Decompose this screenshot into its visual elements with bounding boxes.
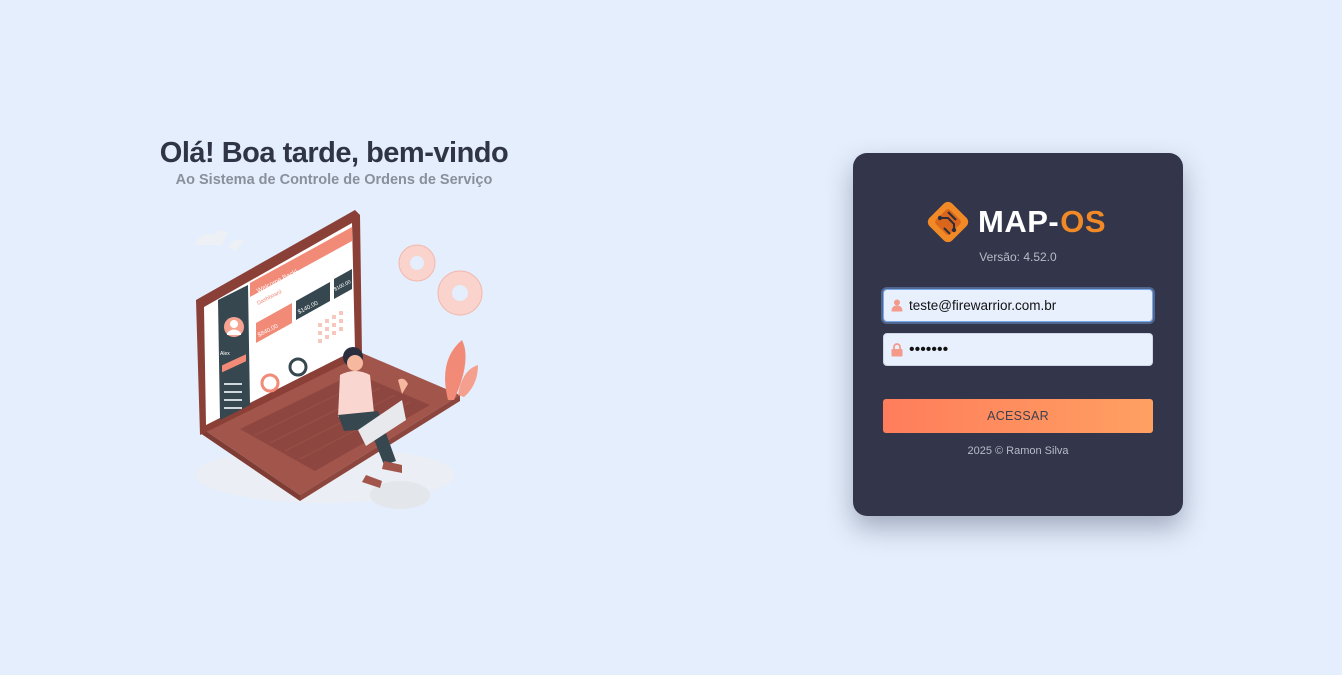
circuit-board-icon: [927, 201, 969, 243]
copyright-footer: 2025 © Ramon Silva: [967, 445, 1069, 457]
laptop-illustration: Welcome Back! Dashboard $840.00 $140.00 …: [194, 210, 483, 509]
email-field: [883, 289, 1153, 322]
login-card: MAP- OS Versão: 4.52.0 ACE: [853, 153, 1183, 516]
welcome-hero: Olá! Boa tarde, bem-vindo Ao Sistema de …: [134, 134, 534, 188]
illustration-user-name: Alex: [220, 351, 230, 357]
mapos-logo: MAP- OS: [926, 200, 1106, 244]
logo-map-text: MAP-: [978, 204, 1060, 239]
welcome-subtitle: Ao Sistema de Controle de Ordens de Serv…: [175, 172, 493, 188]
password-field: [883, 333, 1153, 366]
login-submit-button[interactable]: ACESSAR: [883, 399, 1153, 433]
lock-icon: [885, 334, 909, 365]
logo-wordmark: MAP- OS: [978, 204, 1106, 240]
logo-os-text: OS: [1060, 204, 1107, 239]
app-version: Versão: 4.52.0: [979, 250, 1057, 264]
user-icon: [885, 290, 909, 321]
password-input[interactable]: [909, 334, 1152, 365]
welcome-title: Olá! Boa tarde, bem-vindo: [159, 137, 509, 169]
login-page: Olá! Boa tarde, bem-vindo Ao Sistema de …: [0, 0, 1342, 675]
email-input[interactable]: [909, 290, 1152, 321]
